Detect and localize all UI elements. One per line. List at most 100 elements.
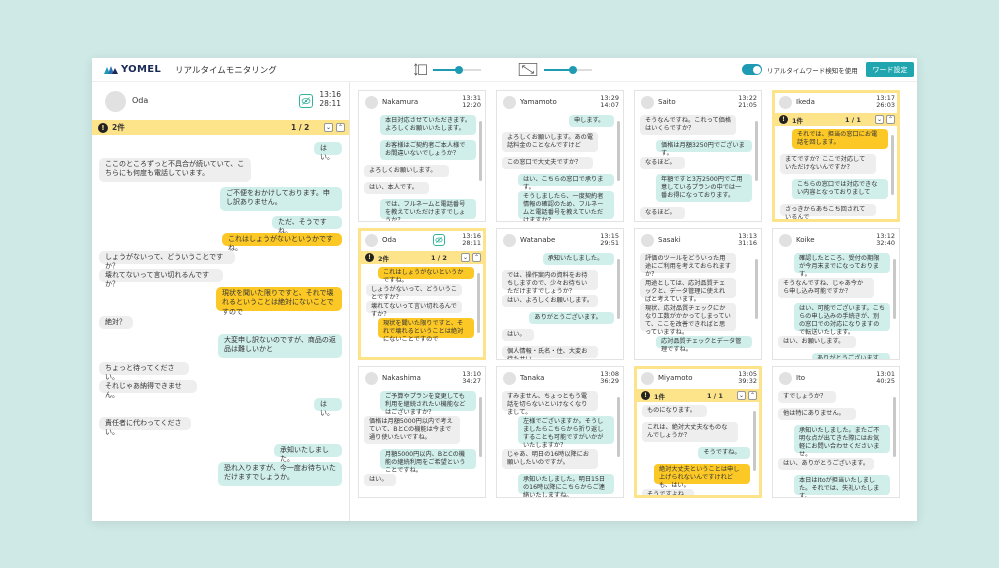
alert-page: 1 / 1 bbox=[845, 116, 861, 124]
card-scrollbar[interactable] bbox=[479, 121, 482, 181]
alert-next-button[interactable]: ⌄ bbox=[737, 391, 746, 400]
transcript-message: ありがとうございます bbox=[812, 353, 890, 359]
call-duration: 21:05 bbox=[738, 101, 757, 110]
card-scrollbar[interactable] bbox=[479, 397, 482, 457]
monitor-card[interactable]: Watanabe 13:15 29:51 承知いたしました。 では、操作案内の資料をお待… bbox=[496, 228, 624, 360]
alert-bar: ! 1件 1 / 1 ⌄ ⌃ bbox=[637, 389, 759, 402]
transcript-message: はい、可能でございます。こちらの申し込みの手続きが、別の窓口での対応になりますの… bbox=[794, 303, 890, 336]
avatar bbox=[365, 234, 378, 247]
monitor-card[interactable]: Saito 13:22 21:05 そうなんですね。これって価格はいくらですか？ 価格は… bbox=[634, 90, 762, 222]
zoom-knob[interactable] bbox=[568, 65, 577, 74]
zoom-slider[interactable] bbox=[518, 63, 592, 76]
transcript-message: 個人情報・氏名・住、大変お待たせい bbox=[502, 346, 598, 359]
transcript-message: ただ、そうですね。 bbox=[272, 216, 342, 235]
call-duration: 14:07 bbox=[600, 101, 619, 110]
card-scrollbar[interactable] bbox=[617, 121, 620, 181]
eye-off-icon bbox=[301, 97, 311, 105]
card-header: Saito 13:22 21:05 bbox=[635, 91, 761, 113]
monitor-card[interactable]: Koike 13:12 32:40 確認したところ、受付の期限が今月末までになっており… bbox=[772, 228, 900, 360]
card-caller-name: Nakashima bbox=[382, 374, 421, 382]
transcript-message: では、操作案内の資料をお待ちしますので、少々お待ちいただけますでしょうか？ bbox=[502, 270, 598, 295]
transcript-message: 他は特にありません。 bbox=[778, 408, 856, 420]
card-times: 13:17 26:03 bbox=[876, 94, 895, 110]
transcript-message: すでしょうか？ bbox=[778, 391, 837, 403]
card-transcript: 確認したところ、受付の期限が今月末までになっております。 そうなんですね、じゃあ今… bbox=[773, 253, 899, 359]
transcript-message: ここのところずっと不具合が続いていて、こちらにも何度も電話しています。 bbox=[99, 158, 251, 182]
transcript-message: 壊れてないって言い切れるんですか？ bbox=[99, 269, 223, 288]
card-scrollbar[interactable] bbox=[891, 135, 894, 195]
monitor-card[interactable]: Yamamoto 13:29 14:07 申します。 よろしくお願いします。あの電話料金… bbox=[496, 90, 624, 222]
transcript-message: そうなんですね。これって価格はいくらですか？ bbox=[640, 115, 736, 135]
card-scrollbar[interactable] bbox=[617, 259, 620, 319]
transcript-message: 評価のツールをどういった用途にご利用を考えておられますか？ bbox=[640, 253, 736, 278]
transcript-message: ご不便をおかけしております。申し訳ありません。 bbox=[220, 187, 342, 211]
monitor-card[interactable]: Nakamura 13:31 12:20 本日対応させていただきます。よろしくお願いい… bbox=[358, 90, 486, 222]
transcript-message: こちらの窓口では対応できない内容となっておりまして bbox=[792, 179, 888, 199]
transcript-message: それでは、担当の窓口にお電話を回します。 bbox=[792, 129, 888, 149]
transcript-message: ものになります。 bbox=[642, 405, 707, 417]
card-caller-name: Tanaka bbox=[520, 374, 545, 382]
monitor-card[interactable]: Ikeda 13:17 26:03! 1件 1 / 1 ⌄ ⌃ それでは、担当の窓口にお電話を… bbox=[772, 90, 900, 222]
avatar bbox=[779, 96, 792, 109]
alert-next-button[interactable]: ⌄ bbox=[324, 123, 333, 132]
card-scrollbar[interactable] bbox=[893, 397, 896, 457]
row-height-track[interactable] bbox=[433, 65, 481, 74]
alert-icon: ! bbox=[641, 391, 650, 400]
hide-button[interactable] bbox=[299, 94, 313, 108]
word-detect-toggle[interactable] bbox=[742, 64, 762, 75]
card-transcript: ものになります。 これは、絶対大丈夫なものなんでしょうか？ そうですね。 絶対大丈夫と… bbox=[637, 405, 759, 495]
alert-prev-button[interactable]: ⌃ bbox=[336, 123, 345, 132]
card-scrollbar[interactable] bbox=[477, 273, 480, 333]
transcript-message: 現状を聞いた限りですと、それで壊れるということは絶対にないことですので bbox=[216, 287, 342, 316]
alert-prev-button[interactable]: ⌃ bbox=[748, 391, 757, 400]
card-header: Oda 13:16 28:11 bbox=[361, 231, 483, 253]
card-scrollbar[interactable] bbox=[755, 259, 758, 319]
alert-prev-button[interactable]: ⌃ bbox=[472, 253, 481, 262]
detail-caller-name: Oda bbox=[132, 96, 149, 105]
alert-next-button[interactable]: ⌄ bbox=[875, 115, 884, 124]
card-times: 13:10 34:27 bbox=[462, 370, 481, 386]
card-scrollbar[interactable] bbox=[617, 397, 620, 457]
call-duration: 36:29 bbox=[600, 377, 619, 386]
avatar bbox=[503, 234, 516, 247]
card-transcript: 評価のツールをどういった用途にご利用を考えておられますか？ 用途としては、応対品質… bbox=[635, 253, 761, 359]
card-scrollbar[interactable] bbox=[753, 411, 756, 471]
transcript-message: すみません、ちょっともう電話を切らないといけなくなりまして。 bbox=[502, 391, 598, 416]
call-duration: 40:25 bbox=[876, 377, 895, 386]
card-scrollbar[interactable] bbox=[893, 259, 896, 319]
monitor-card[interactable]: Tanaka 13:08 36:29 すみません、ちょっともう電話を切らないといけなく… bbox=[496, 366, 624, 498]
call-duration: 32:40 bbox=[876, 239, 895, 248]
transcript-message: はい。 bbox=[502, 329, 534, 341]
monitor-card[interactable]: Ito 13:01 40:25 すでしょうか？ 他は特にありません。 承知いたしました。ま… bbox=[772, 366, 900, 498]
transcript-message: はい、こちらの窓口で承ります。 bbox=[518, 174, 614, 191]
card-caller-name: Saito bbox=[658, 98, 676, 106]
monitor-card[interactable]: Sasaki 13:13 31:16 評価のツールをどういった用途にご利用を考えておら… bbox=[634, 228, 762, 360]
avatar bbox=[641, 96, 654, 109]
transcript-message: 確認したところ、受付の期限が今月末までになっております。 bbox=[794, 253, 890, 278]
transcript-message: この窓口で大丈夫ですか？ bbox=[502, 157, 594, 169]
word-settings-button[interactable]: ワード設定 bbox=[866, 62, 914, 77]
transcript-message: はい、ありがとうございます。 bbox=[778, 458, 874, 470]
card-caller-name: Sasaki bbox=[658, 236, 681, 244]
monitor-card[interactable]: Miyamoto 13:05 39:32! 1件 1 / 1 ⌄ ⌃ ものになります。 これは、… bbox=[634, 366, 762, 498]
transcript-message: しょうがないって、どういうことですか？ bbox=[99, 251, 235, 270]
card-times: 13:16 28:11 bbox=[462, 232, 481, 248]
top-bar: YOMEL リアルタイムモニタリング リアルタイムワード検知を使用 ワード設定 bbox=[92, 58, 917, 82]
alert-next-button[interactable]: ⌄ bbox=[461, 253, 470, 262]
monitor-card[interactable]: Nakashima 13:10 34:27 ご予算やプランを変更しても利用を継続された… bbox=[358, 366, 486, 498]
hide-button[interactable] bbox=[433, 234, 445, 246]
card-times: 13:13 31:16 bbox=[738, 232, 757, 248]
monitor-card[interactable]: Oda 13:16 28:11! 2件 1 / 2 ⌄ ⌃ これはしょうがないというかですね。… bbox=[358, 228, 486, 360]
zoom-track[interactable] bbox=[544, 65, 592, 74]
card-caller-name: Ikeda bbox=[796, 98, 815, 106]
row-height-knob[interactable] bbox=[455, 65, 464, 74]
alert-prev-button[interactable]: ⌃ bbox=[886, 115, 895, 124]
detail-times: 13:16 28:11 bbox=[319, 90, 341, 108]
row-height-slider[interactable] bbox=[414, 63, 481, 76]
transcript-message: 月額5000円以内、BとCの機能の継続利用をご希望ということですね。 bbox=[380, 449, 476, 474]
avatar bbox=[641, 372, 654, 385]
transcript-message: なるほど。 bbox=[640, 207, 685, 219]
eye-off-icon bbox=[435, 236, 443, 244]
transcript-message: 大変申し訳ないのですが、商品の返品は難しいかと bbox=[218, 334, 342, 358]
card-scrollbar[interactable] bbox=[755, 121, 758, 181]
